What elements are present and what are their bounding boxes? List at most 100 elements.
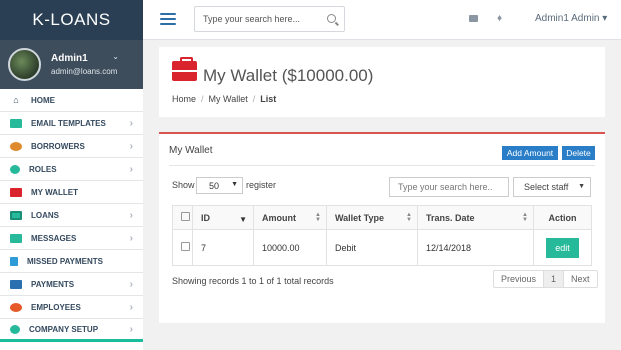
chevron-right-icon: ›	[129, 140, 133, 152]
edit-button[interactable]: edit	[546, 237, 579, 258]
cogs-icon	[10, 324, 20, 334]
sidebar: K-LOANS Admin1 admin@loans.com ⌄ ⌂ HOME E…	[0, 0, 143, 350]
sidebar-item-company-setup[interactable]: COMPANY SETUP ›	[0, 319, 143, 342]
column-header-action: Action	[533, 205, 592, 230]
cell-id: 7	[192, 229, 254, 266]
money-icon	[10, 210, 22, 220]
envelope-icon	[10, 233, 22, 243]
column-header-id[interactable]: ID ▼	[192, 205, 254, 230]
chevron-right-icon: ›	[129, 323, 133, 335]
delete-button[interactable]: Delete	[562, 146, 595, 160]
divider	[169, 165, 595, 166]
pagination-page-1[interactable]: 1	[544, 271, 565, 287]
pagination-next[interactable]: Next	[564, 271, 597, 287]
breadcrumb-home[interactable]: Home	[172, 94, 196, 104]
profile-name: Admin1	[51, 53, 88, 64]
records-summary: Showing records 1 to 1 of 1 total record…	[172, 276, 334, 286]
table-row: 7 10000.00 Debit 12/14/2018 edit	[172, 229, 592, 266]
chevron-right-icon: ›	[129, 301, 133, 313]
staff-select[interactable]: Select staff ▼	[513, 177, 591, 197]
sidebar-item-label: MESSAGES	[31, 233, 77, 243]
sidebar-item-label: ROLES	[29, 164, 57, 174]
page-title: My Wallet ($10000.00)	[203, 66, 374, 85]
sidebar-item-email-templates[interactable]: EMAIL TEMPLATES ›	[0, 112, 143, 135]
users-icon	[10, 141, 22, 151]
sidebar-item-label: HOME	[31, 95, 55, 105]
sidebar-item-label: MY WALLET	[31, 187, 78, 197]
page-size-value: 50	[209, 180, 220, 191]
wallet-table: ID ▼ Amount ▲ ▼ Wallet Type ▲ ▼ Trans. Date ▲ ▼…	[172, 205, 592, 266]
caret-down-icon: ▾	[602, 13, 608, 24]
search-input[interactable]	[195, 14, 315, 24]
home-icon: ⌂	[13, 94, 19, 105]
sidebar-item-employees[interactable]: EMPLOYEES ›	[0, 296, 143, 319]
sidebar-item-missed-payments[interactable]: MISSED PAYMENTS	[0, 250, 143, 273]
column-header-trans-date[interactable]: Trans. Date ▲ ▼	[417, 205, 534, 230]
sidebar-item-label: PAYMENTS	[31, 279, 75, 289]
sidebar-item-label: LOANS	[31, 210, 59, 220]
sidebar-item-label: MISSED PAYMENTS	[27, 256, 104, 266]
sort-icon: ▲ ▼	[522, 212, 528, 223]
breadcrumb-my-wallet[interactable]: My Wallet	[209, 94, 248, 104]
column-header-wallet-type[interactable]: Wallet Type ▲ ▼	[326, 205, 418, 230]
brand-logo[interactable]: K-LOANS	[0, 0, 143, 40]
sidebar-item-home[interactable]: ⌂ HOME	[0, 89, 143, 112]
sort-icon: ▲ ▼	[406, 212, 412, 223]
row-checkbox[interactable]	[181, 242, 190, 251]
chevron-right-icon: ›	[129, 232, 133, 244]
breadcrumb-current: List	[260, 94, 277, 104]
chevron-down-icon[interactable]: ⌄	[112, 52, 119, 61]
column-label: Trans. Date	[426, 212, 475, 223]
chevron-right-icon: ›	[129, 163, 133, 175]
envelope-icon[interactable]	[469, 15, 478, 22]
user-name: Admin1 Admin	[535, 13, 600, 24]
sort-desc-icon: ▼	[239, 215, 247, 224]
cell-amount: 10000.00	[253, 229, 327, 266]
briefcase-icon	[10, 187, 22, 197]
column-label: Amount	[262, 212, 296, 223]
sidebar-item-payments[interactable]: PAYMENTS ›	[0, 273, 143, 296]
sidebar-menu: ⌂ HOME EMAIL TEMPLATES › BORROWERS › ROLES ›…	[0, 89, 143, 342]
column-label: ID	[201, 212, 210, 223]
breadcrumb: Home / My Wallet / List	[172, 94, 277, 104]
user-menu[interactable]: Admin1 Admin ▾	[535, 13, 607, 24]
paypal-icon	[10, 279, 22, 289]
bell-icon[interactable]: ♦	[497, 13, 502, 24]
roles-icon	[10, 164, 20, 174]
pagination-previous[interactable]: Previous	[494, 271, 545, 287]
table-search-input[interactable]: Type your search here..	[389, 177, 509, 197]
briefcase-icon	[172, 57, 197, 81]
sort-icon: ▲ ▼	[315, 212, 321, 223]
sidebar-item-label: BORROWERS	[31, 141, 85, 151]
sidebar-item-roles[interactable]: ROLES ›	[0, 158, 143, 181]
sidebar-item-label: COMPANY SETUP	[29, 324, 99, 334]
sidebar-item-my-wallet[interactable]: MY WALLET	[0, 181, 143, 204]
row-select-cell	[172, 229, 193, 266]
sidebar-item-loans[interactable]: LOANS ›	[0, 204, 143, 227]
chevron-down-icon: ▼	[231, 181, 238, 188]
column-label: Wallet Type	[335, 212, 385, 223]
envelope-icon	[10, 118, 22, 128]
card-title: My Wallet	[169, 145, 213, 156]
chevron-down-icon: ▼	[578, 183, 585, 190]
sidebar-item-label: EMPLOYEES	[31, 302, 81, 312]
menu-toggle-icon[interactable]	[160, 13, 176, 26]
chevron-right-icon: ›	[129, 117, 133, 129]
sidebar-item-messages[interactable]: MESSAGES ›	[0, 227, 143, 250]
page-size-select[interactable]: 50 ▼	[196, 177, 243, 194]
search-icon[interactable]	[327, 14, 336, 23]
sidebar-item-borrowers[interactable]: BORROWERS ›	[0, 135, 143, 158]
add-amount-button[interactable]: Add Amount	[502, 146, 558, 160]
select-all-checkbox[interactable]	[181, 212, 190, 221]
global-search	[194, 6, 345, 32]
column-header-amount[interactable]: Amount ▲ ▼	[253, 205, 327, 230]
profile-panel[interactable]: Admin1 admin@loans.com ⌄	[0, 40, 143, 89]
cell-wallet-type: Debit	[326, 229, 418, 266]
employees-icon	[10, 302, 22, 312]
wallet-card: My Wallet Add Amount Delete Show 50 ▼ reg…	[159, 132, 605, 323]
page-header: My Wallet ($10000.00) Home / My Wallet / Lis…	[159, 47, 605, 117]
sidebar-item-label: EMAIL TEMPLATES	[31, 118, 106, 128]
avatar	[8, 48, 41, 81]
payment-icon	[10, 256, 18, 266]
chevron-right-icon: ›	[129, 278, 133, 290]
